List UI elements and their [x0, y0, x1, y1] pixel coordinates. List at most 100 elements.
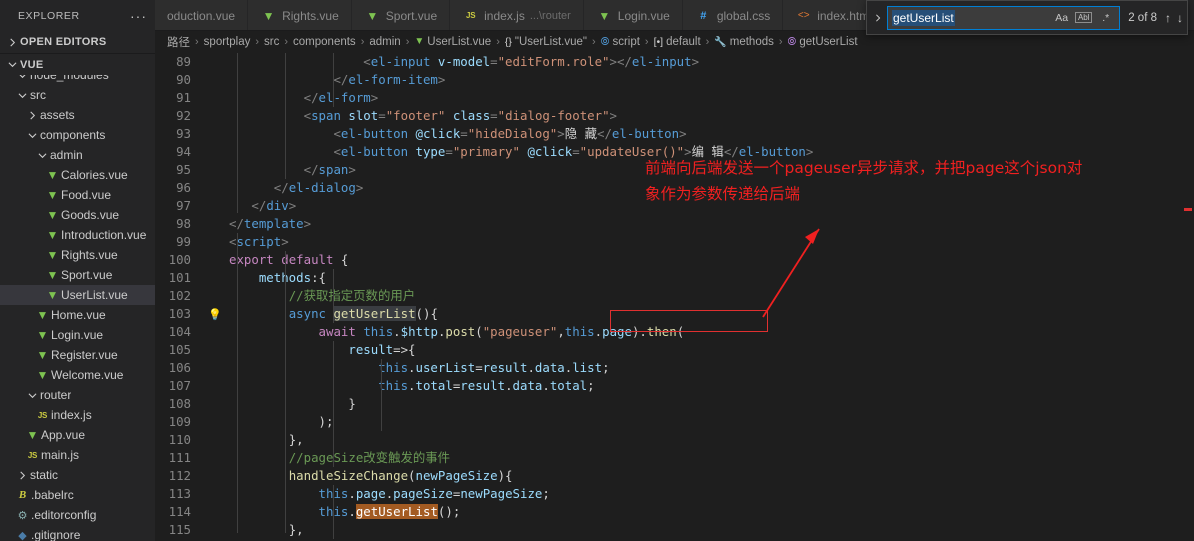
tree-item-components[interactable]: components [0, 125, 155, 145]
tab-login-vue-4[interactable]: ▼ Login.vue [583, 0, 683, 30]
tab-global-css-5[interactable]: # global.css [682, 0, 784, 30]
glyph-margin[interactable] [203, 125, 229, 143]
glyph-margin[interactable] [203, 53, 229, 71]
glyph-margin[interactable] [203, 269, 229, 287]
glyph-margin[interactable] [203, 215, 229, 233]
section-vue[interactable]: VUE [0, 53, 155, 75]
glyph-margin[interactable] [203, 449, 229, 467]
code-line: 111 //pageSize改变触发的事件 [155, 449, 1194, 467]
code-line: 110 }, [155, 431, 1194, 449]
glyph-margin[interactable] [203, 233, 229, 251]
glyph-margin[interactable] [203, 287, 229, 305]
tree-item-label: App.vue [41, 428, 86, 442]
tab-label: Login.vue [617, 8, 670, 23]
tree-item-sport-vue[interactable]: ▼ Sport.vue [0, 265, 155, 285]
tree-item-food-vue[interactable]: ▼ Food.vue [0, 185, 155, 205]
glyph-margin[interactable] [203, 413, 229, 431]
code-text: }, [229, 521, 1194, 539]
section-open-editors[interactable]: OPEN EDITORS [0, 31, 155, 53]
tree-item-app-vue[interactable]: ▼ App.vue [0, 425, 155, 445]
tree-item-register-vue[interactable]: ▼ Register.vue [0, 345, 155, 365]
glyph-margin[interactable] [203, 521, 229, 539]
tree-item-static[interactable]: static [0, 465, 155, 485]
code-text: <el-input v-model="editForm.role"></el-i… [229, 53, 1194, 71]
tree-item-goods-vue[interactable]: ▼ Goods.vue [0, 205, 155, 225]
breadcrumb-item-7[interactable]: ⦾ script [601, 36, 640, 49]
tree-item-welcome-vue[interactable]: ▼ Welcome.vue [0, 365, 155, 385]
breadcrumb-item-8[interactable]: [•] default [654, 36, 701, 48]
tree-item-editorconfig[interactable]: ⚙ .editorconfig [0, 505, 155, 525]
arrow-down-icon[interactable]: ↓ [1177, 11, 1183, 25]
glyph-margin[interactable] [203, 431, 229, 449]
breadcrumb-item-1[interactable]: sportplay [204, 36, 251, 48]
tab-oduction-vue-0[interactable]: oduction.vue [155, 0, 249, 30]
arrow-up-icon[interactable]: ↑ [1165, 11, 1171, 25]
tab-sport-vue-2[interactable]: ▼ Sport.vue [351, 0, 451, 30]
toggle-replace-icon[interactable] [869, 13, 887, 23]
glyph-margin[interactable] [203, 251, 229, 269]
glyph-margin[interactable] [203, 467, 229, 485]
tree-item-node-modules[interactable]: node_modules [0, 75, 155, 85]
tree-item-router[interactable]: router [0, 385, 155, 405]
tree-item-gitignore[interactable]: ◆ .gitignore [0, 525, 155, 541]
more-horizontal-icon[interactable]: ··· [130, 9, 147, 23]
glyph-margin[interactable] [203, 71, 229, 89]
glyph-margin[interactable] [203, 341, 229, 359]
regex-icon[interactable]: .* [1096, 9, 1115, 27]
glyph-margin[interactable] [203, 89, 229, 107]
tree-item-babelrc[interactable]: B .babelrc [0, 485, 155, 505]
tree-item-index-js[interactable]: JS index.js [0, 405, 155, 425]
tab-label: index.html [817, 8, 872, 23]
glyph-margin[interactable]: 💡 [203, 305, 229, 323]
code-text: </el-form> [229, 89, 1194, 107]
tree-item-assets[interactable]: assets [0, 105, 155, 125]
code-token: el-form [318, 90, 371, 105]
whole-word-icon[interactable]: Abl [1075, 12, 1093, 23]
code-token: result [348, 342, 394, 357]
glyph-margin[interactable] [203, 359, 229, 377]
glyph-margin[interactable] [203, 107, 229, 125]
code-token: . [393, 324, 401, 339]
glyph-margin[interactable] [203, 197, 229, 215]
tree-item-main-js[interactable]: JS main.js [0, 445, 155, 465]
line-number: 94 [176, 144, 191, 159]
breadcrumb-item-10[interactable]: ⦾ getUserList [788, 36, 858, 49]
tree-item-label: Goods.vue [61, 208, 120, 222]
glyph-margin[interactable] [203, 323, 229, 341]
line-number: 110 [168, 432, 191, 447]
breadcrumb-item-5[interactable]: ▼ UserList.vue [414, 36, 491, 48]
glyph-margin[interactable] [203, 179, 229, 197]
breadcrumb-item-0[interactable]: 路径 [167, 34, 190, 50]
tree-item-rights-vue[interactable]: ▼ Rights.vue [0, 245, 155, 265]
find-widget[interactable]: getUserList Aa Abl .* 2 of 8 ↑ ↓ [866, 0, 1188, 35]
glyph-margin[interactable] [203, 485, 229, 503]
glyph-margin[interactable] [203, 503, 229, 521]
glyph-margin[interactable] [203, 395, 229, 413]
tree-item-calories-vue[interactable]: ▼ Calories.vue [0, 165, 155, 185]
code-token: this [564, 324, 595, 339]
match-case-icon[interactable]: Aa [1052, 9, 1071, 27]
breadcrumb-item-3[interactable]: components [293, 36, 356, 48]
breadcrumb-item-4[interactable]: admin [369, 36, 400, 48]
tree-item-admin[interactable]: admin [0, 145, 155, 165]
breadcrumb-item-9[interactable]: 🔧 methods [714, 36, 774, 48]
code-editor[interactable]: 89 <el-input v-model="editForm.role"></e… [155, 53, 1194, 541]
tab-label: global.css [716, 8, 771, 23]
tree-item-introduction-vue[interactable]: ▼ Introduction.vue [0, 225, 155, 245]
breadcrumb-label: components [293, 36, 356, 48]
glyph-margin[interactable] [203, 161, 229, 179]
breadcrumb-item-2[interactable]: src [264, 36, 279, 48]
tree-item-userlist-vue[interactable]: ▼ UserList.vue [0, 285, 155, 305]
tree-item-src[interactable]: src [0, 85, 155, 105]
glyph-margin[interactable] [203, 377, 229, 395]
find-input[interactable]: getUserList Aa Abl .* [887, 5, 1121, 30]
tab-rights-vue-1[interactable]: ▼ Rights.vue [248, 0, 352, 30]
tree-item-home-vue[interactable]: ▼ Home.vue [0, 305, 155, 325]
tab-index-js-3[interactable]: JS index.js ...\router [450, 0, 584, 30]
glyph-margin[interactable] [203, 143, 229, 161]
lightbulb-icon[interactable]: 💡 [203, 308, 222, 321]
tree-item-login-vue[interactable]: ▼ Login.vue [0, 325, 155, 345]
breadcrumb-item-6[interactable]: {} "UserList.vue" [505, 36, 587, 48]
